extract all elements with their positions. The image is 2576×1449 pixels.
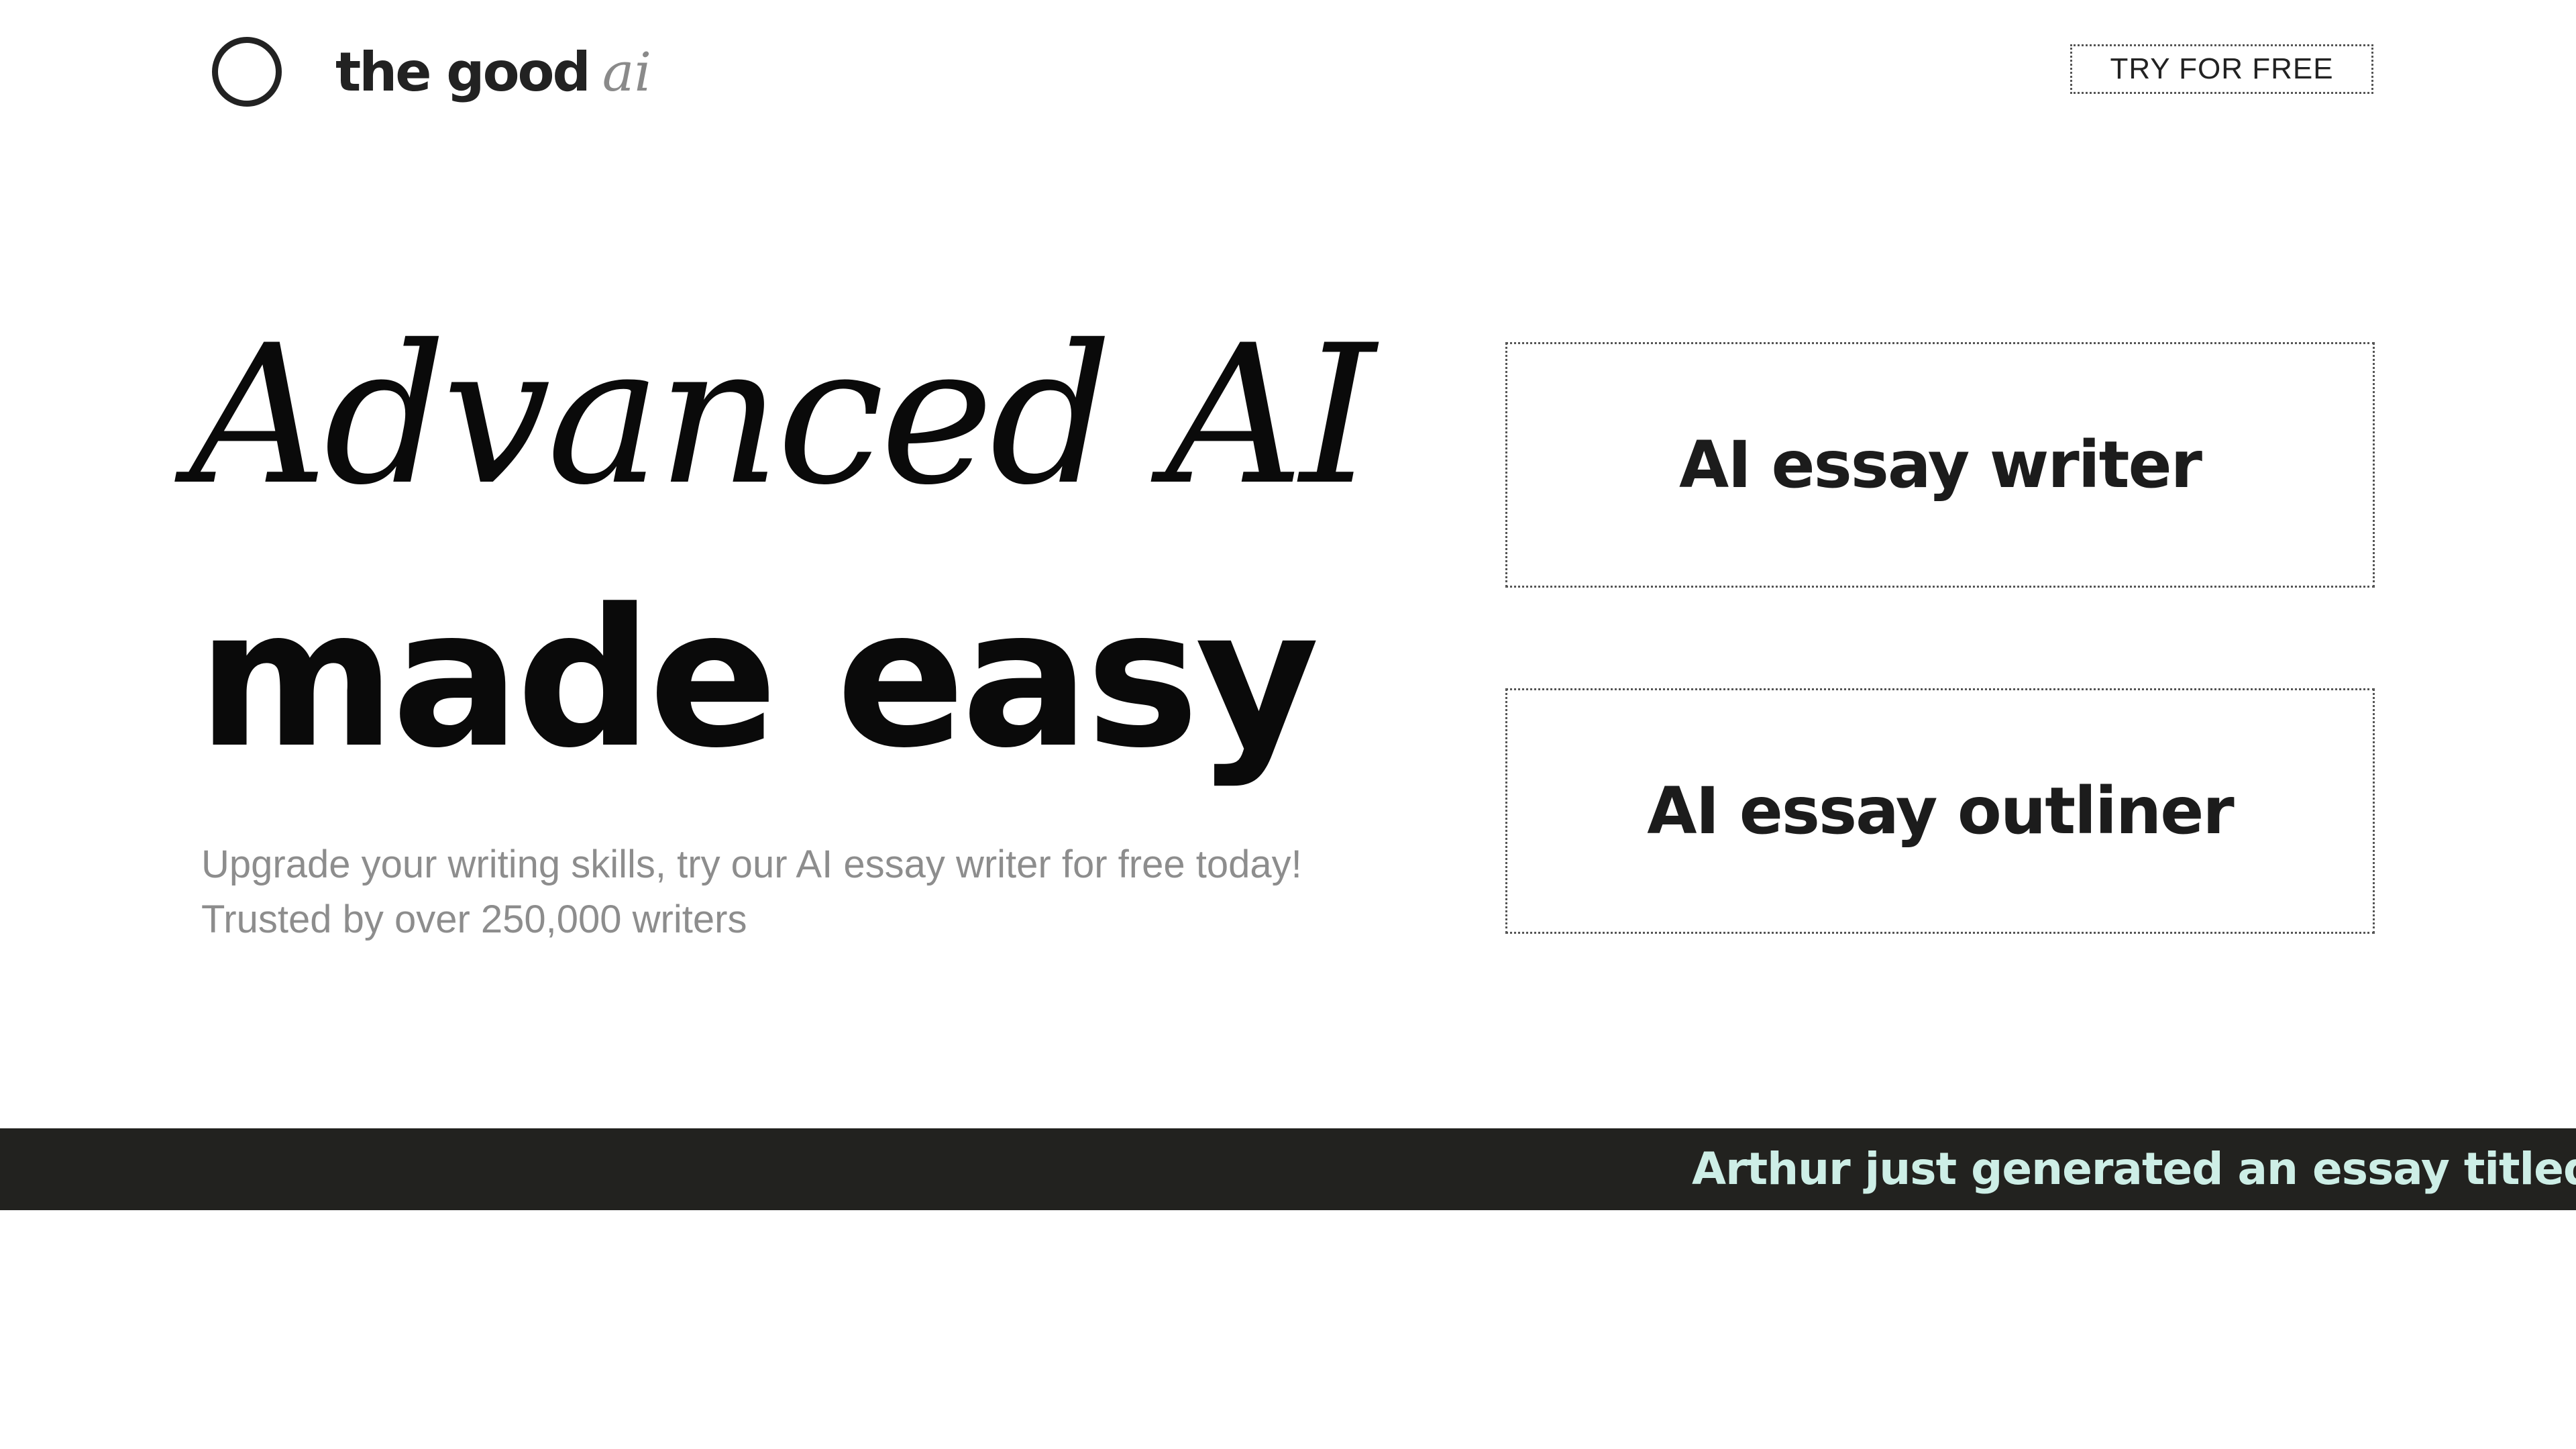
circle-logo-icon (212, 37, 282, 107)
site-header: the good ai TRY FOR FREE (0, 0, 2576, 148)
hero-heading-line-1: Advanced AI (189, 305, 1376, 527)
hero-subtitle: Upgrade your writing skills, try our AI … (201, 837, 1409, 947)
hero-subtitle-line-1: Upgrade your writing skills, try our AI … (201, 843, 1302, 886)
hero-heading-line-2: made easy (197, 568, 1320, 790)
landing-page: the good ai TRY FOR FREE Advanced AI mad… (0, 0, 2576, 1449)
ai-essay-writer-card[interactable]: AI essay writer (1505, 342, 2375, 588)
try-for-free-button[interactable]: TRY FOR FREE (2070, 44, 2373, 94)
home-logo-link[interactable]: the good ai (212, 31, 651, 113)
ai-essay-writer-label: AI essay writer (1679, 427, 2202, 502)
brand-name: the good ai (335, 41, 651, 103)
ticker-message: Arthur just generated an essay titled: "… (1692, 1143, 2576, 1195)
ai-essay-outliner-card[interactable]: AI essay outliner (1505, 688, 2375, 934)
brand-main-text: the good (335, 40, 591, 103)
ai-essay-outliner-label: AI essay outliner (1647, 773, 2234, 849)
brand-accent-text: ai (602, 40, 652, 103)
activity-ticker: Arthur just generated an essay titled: "… (0, 1128, 2576, 1210)
hero-subtitle-line-2: Trusted by over 250,000 writers (201, 898, 747, 941)
